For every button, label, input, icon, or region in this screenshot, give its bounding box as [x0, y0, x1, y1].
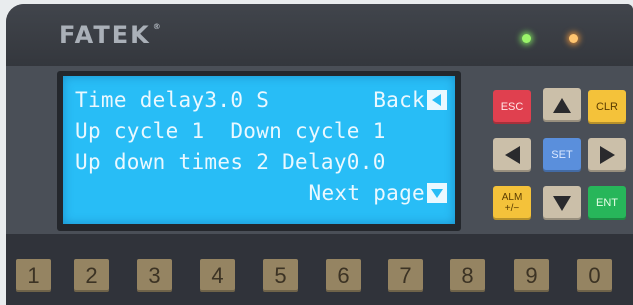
top-strip: FATEK ®	[6, 4, 633, 66]
number-key-8[interactable]: 8	[450, 259, 485, 292]
alm-label: ALM	[501, 192, 523, 203]
esc-button[interactable]: ESC	[493, 90, 531, 124]
alm-sub-label: +/−	[504, 203, 520, 214]
number-key-1[interactable]: 1	[16, 259, 51, 292]
clr-button[interactable]: CLR	[588, 90, 626, 124]
set-button[interactable]: SET	[543, 138, 581, 172]
lcd-screen: Time delay3.0 S Back Up cycle 1 Down cyc…	[63, 76, 455, 224]
next-page-label: Next page	[308, 181, 425, 205]
down-arrow-icon	[553, 195, 571, 211]
number-key-2[interactable]: 2	[74, 259, 109, 292]
back-arrow-icon	[427, 90, 447, 110]
number-key-0[interactable]: 0	[577, 259, 612, 292]
lcd-line-1: Time delay3.0 S	[75, 88, 270, 112]
number-key-5[interactable]: 5	[263, 259, 298, 292]
left-arrow-icon	[504, 146, 520, 164]
orange-led-indicator	[569, 34, 578, 43]
left-button[interactable]	[493, 138, 531, 172]
right-arrow-icon	[599, 146, 615, 164]
lcd-bezel: Time delay3.0 S Back Up cycle 1 Down cyc…	[57, 71, 461, 231]
next-page-arrow-icon	[427, 183, 447, 203]
alm-button[interactable]: ALM +/−	[493, 186, 531, 220]
up-button[interactable]	[543, 88, 581, 122]
number-key-7[interactable]: 7	[388, 259, 423, 292]
hmi-device: FATEK ® Time delay3.0 S Back Up cycle 1 D…	[6, 4, 633, 305]
back-link[interactable]: Back	[373, 88, 447, 112]
control-panel: Time delay3.0 S Back Up cycle 1 Down cyc…	[6, 66, 633, 234]
number-key-3[interactable]: 3	[137, 259, 172, 292]
brand-name: FATEK	[59, 21, 151, 49]
back-label: Back	[373, 88, 425, 112]
brand-logo: FATEK ®	[59, 21, 161, 49]
ent-button[interactable]: ENT	[588, 186, 626, 220]
lcd-line-2: Up cycle 1 Down cycle 1	[75, 119, 386, 143]
up-arrow-icon	[553, 97, 571, 113]
registered-mark: ®	[152, 22, 161, 31]
number-key-4[interactable]: 4	[200, 259, 235, 292]
number-key-row: 1 2 3 4 5 6 7 8 9 0	[6, 234, 633, 305]
number-key-9[interactable]: 9	[514, 259, 549, 292]
next-page-link[interactable]: Next page	[308, 181, 447, 205]
right-button[interactable]	[588, 138, 626, 172]
green-led-indicator	[522, 34, 531, 43]
number-key-6[interactable]: 6	[326, 259, 361, 292]
down-button[interactable]	[543, 186, 581, 220]
lcd-line-3: Up down times 2 Delay0.0	[75, 150, 386, 174]
